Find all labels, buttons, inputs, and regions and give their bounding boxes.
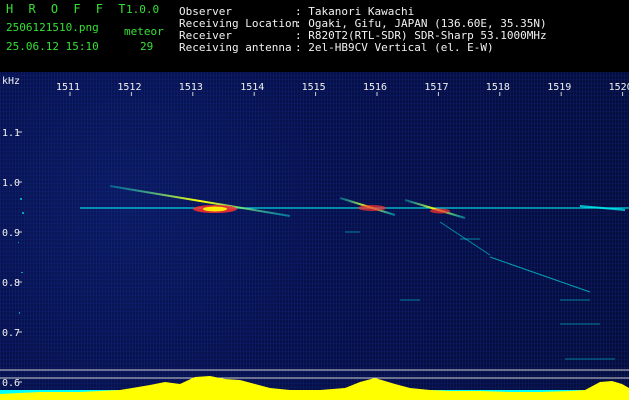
freq-tick-label: 0.8 [2, 278, 20, 289]
time-axis: 1511 1512 1513 1514 1515 1516 1517 1518 1519 1520 [56, 82, 629, 96]
meteor-streak [489, 256, 591, 293]
time-tick-label: 1514 [240, 82, 264, 93]
time-tick-label: 1512 [117, 82, 141, 93]
time-tick-label: 1517 [424, 82, 448, 93]
freq-axis: 1.1 1.0 0.9 0.8 0.7 0.6 [2, 128, 22, 389]
freq-tick-label: 1.1 [2, 128, 20, 139]
left-edge-dots [18, 198, 24, 314]
time-tick-label: 1516 [363, 82, 387, 93]
meteor-echo-head [358, 205, 386, 211]
time-tick-label: 1515 [302, 82, 326, 93]
filename: 2506121510.png [6, 21, 99, 34]
faint-echoes [345, 231, 615, 360]
app-title: H R O F F T [6, 2, 130, 16]
antenna-value: : 2el-HB9CV Vertical (el. E-W) [295, 41, 494, 54]
time-tick-label: 1518 [486, 82, 510, 93]
level-bar-peaks [0, 376, 629, 400]
time-tick-label: 1511 [56, 82, 80, 93]
freq-tick-label: 0.6 [2, 378, 20, 389]
time-tick-label: 1519 [547, 82, 571, 93]
time-tick-label: 1513 [179, 82, 203, 93]
spectrogram-panel: kHz 1511 1512 1513 1514 1515 1516 1517 1518 1519… [0, 72, 629, 400]
meteor-label: meteor [124, 25, 164, 38]
freq-tick-label: 1.0 [2, 178, 20, 189]
freq-tick-label: 0.9 [2, 228, 20, 239]
spectrogram-svg: kHz 1511 1512 1513 1514 1515 1516 1517 1518 1519… [0, 76, 629, 400]
datetime: 25.06.12 15:10 [6, 40, 99, 53]
unit-label: kHz [2, 76, 20, 87]
antenna-key: Receiving antenna [179, 41, 292, 54]
meteor-echo-core [203, 206, 227, 212]
app-version: 1.0.0 [126, 3, 160, 16]
meteor-echo-head [430, 208, 450, 214]
meteor-count: 29 [140, 40, 154, 53]
header-panel: H R O F F T 1.0.0 2506121510.png 25.06.1… [0, 0, 629, 72]
freq-tick-label: 0.7 [2, 328, 20, 339]
time-tick-label: 1520 [609, 82, 629, 93]
